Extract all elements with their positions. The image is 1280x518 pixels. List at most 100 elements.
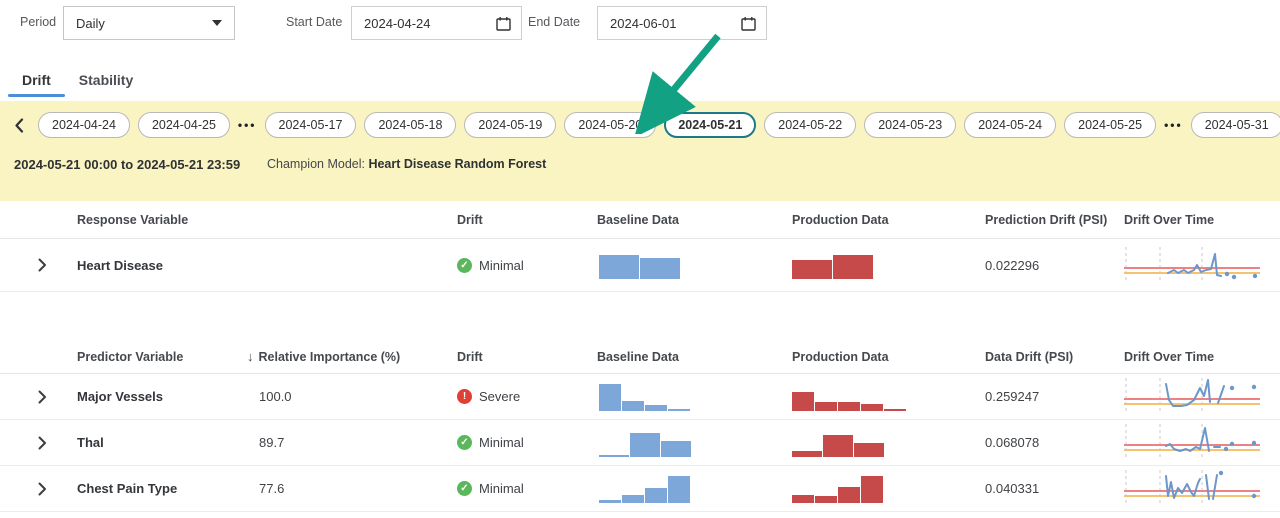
start-date-input[interactable]: 2024-04-24 bbox=[351, 6, 522, 40]
drift-over-time-sparkline bbox=[1124, 467, 1280, 510]
drift-status: ✓ Minimal bbox=[457, 481, 597, 496]
column-header-relative-importance-label: Relative Importance (%) bbox=[259, 350, 401, 364]
selected-range-text: 2024-05-21 00:00 to 2024-05-21 23:59 bbox=[14, 157, 240, 172]
period-dropdown[interactable]: Daily bbox=[63, 6, 235, 40]
table-row: Thal 89.7 ✓ Minimal 0.068078 bbox=[0, 420, 1280, 466]
drift-status-label: Minimal bbox=[479, 258, 524, 273]
date-pill[interactable]: 2024-05-17 bbox=[265, 112, 357, 138]
production-histogram bbox=[792, 383, 985, 411]
tab-bar: Drift Stability bbox=[0, 48, 1280, 101]
expand-row-chevron-icon[interactable] bbox=[38, 390, 47, 404]
table-row: Heart Disease ✓ Minimal 0.022296 bbox=[0, 239, 1280, 292]
drift-status-label: Minimal bbox=[479, 435, 524, 450]
column-header-response-variable: Response Variable bbox=[77, 213, 457, 227]
date-pill[interactable]: 2024-04-24 bbox=[38, 112, 130, 138]
drift-psi-value: 0.040331 bbox=[985, 481, 1124, 496]
predictor-table-rows: Major Vessels 100.0 ! Severe 0.259247 Th… bbox=[0, 374, 1280, 512]
expand-row-chevron-icon[interactable] bbox=[38, 436, 47, 450]
baseline-histogram bbox=[599, 251, 792, 279]
date-pill[interactable]: 2024-05-22 bbox=[764, 112, 856, 138]
column-header-production-data: Production Data bbox=[792, 350, 985, 364]
calendar-icon[interactable] bbox=[741, 16, 756, 31]
variable-name: Major Vessels bbox=[77, 389, 259, 404]
date-pill[interactable]: 2024-05-20 bbox=[564, 112, 656, 138]
champion-model-value: Heart Disease Random Forest bbox=[368, 157, 546, 171]
variable-name: Thal bbox=[77, 435, 259, 450]
sort-descending-icon: ↓ bbox=[247, 349, 254, 364]
expand-row-chevron-icon[interactable] bbox=[38, 482, 47, 496]
drift-status: ✓ Minimal bbox=[457, 258, 597, 273]
column-header-relative-importance[interactable]: ↓ Relative Importance (%) bbox=[247, 349, 445, 364]
baseline-histogram bbox=[599, 475, 792, 503]
start-date-value: 2024-04-24 bbox=[364, 16, 431, 31]
production-histogram bbox=[792, 429, 985, 457]
column-header-production-data: Production Data bbox=[792, 213, 985, 227]
date-strip-ellipsis: ••• bbox=[238, 118, 257, 132]
date-strip: 2024-04-24 2024-04-25 ••• 2024-05-17 2024-05… bbox=[0, 110, 1280, 140]
calendar-icon[interactable] bbox=[496, 16, 511, 31]
date-pill[interactable]: 2024-05-25 bbox=[1064, 112, 1156, 138]
period-label: Period bbox=[20, 15, 56, 29]
response-table-header: Response Variable Drift Baseline Data Pr… bbox=[0, 201, 1280, 239]
date-pill[interactable]: 2024-05-18 bbox=[364, 112, 456, 138]
predictor-table-header: Predictor Variable ↓ Relative Importance… bbox=[0, 340, 1280, 374]
date-pill[interactable]: 2024-05-24 bbox=[964, 112, 1056, 138]
filter-toolbar: Period Daily Start Date 2024-04-24 End D… bbox=[0, 0, 1280, 48]
selected-period-summary: 2024-05-21 00:00 to 2024-05-21 23:59 Cha… bbox=[0, 157, 1280, 177]
date-pill[interactable]: 2024-05-19 bbox=[464, 112, 556, 138]
variable-name: Heart Disease bbox=[77, 258, 457, 273]
champion-model-text: Champion Model: Heart Disease Random For… bbox=[267, 157, 546, 171]
end-date-value: 2024-06-01 bbox=[610, 16, 677, 31]
end-date-label: End Date bbox=[528, 15, 580, 29]
drift-status-label: Minimal bbox=[479, 481, 524, 496]
response-variable-table: Response Variable Drift Baseline Data Pr… bbox=[0, 201, 1280, 292]
table-row: Major Vessels 100.0 ! Severe 0.259247 bbox=[0, 374, 1280, 420]
date-selection-band: 2024-04-24 2024-04-25 ••• 2024-05-17 2024-05… bbox=[0, 101, 1280, 201]
column-header-drift-over-time: Drift Over Time bbox=[1124, 213, 1280, 227]
drift-over-time-sparkline bbox=[1124, 421, 1280, 464]
column-header-drift: Drift bbox=[457, 350, 597, 364]
variable-name: Chest Pain Type bbox=[77, 481, 259, 496]
drift-status-label: Severe bbox=[479, 389, 520, 404]
production-histogram bbox=[792, 475, 985, 503]
predictor-variable-table: Predictor Variable ↓ Relative Importance… bbox=[0, 340, 1280, 512]
drift-status: ✓ Minimal bbox=[457, 435, 597, 450]
date-pill[interactable]: 2024-05-31 bbox=[1191, 112, 1280, 138]
drift-psi-value: 0.259247 bbox=[985, 389, 1124, 404]
column-header-drift: Drift bbox=[457, 213, 597, 227]
date-pill-selected[interactable]: 2024-05-21 bbox=[664, 112, 756, 138]
drift-psi-value: 0.068078 bbox=[985, 435, 1124, 450]
column-header-prediction-drift-psi: Prediction Drift (PSI) bbox=[985, 213, 1124, 227]
start-date-label: Start Date bbox=[286, 15, 342, 29]
chevron-left-icon bbox=[14, 118, 24, 133]
table-row: Chest Pain Type 77.6 ✓ Minimal 0.040331 bbox=[0, 466, 1280, 512]
relative-importance-value: 77.6 bbox=[259, 481, 457, 496]
response-table-rows: Heart Disease ✓ Minimal 0.022296 bbox=[0, 239, 1280, 292]
drift-status-icon: ✓ bbox=[457, 481, 472, 496]
baseline-histogram bbox=[599, 429, 792, 457]
date-strip-ellipsis: ••• bbox=[1164, 118, 1183, 132]
baseline-histogram bbox=[599, 383, 792, 411]
drift-status-icon: ✓ bbox=[457, 435, 472, 450]
expand-row-chevron-icon[interactable] bbox=[38, 258, 47, 272]
tab-drift[interactable]: Drift bbox=[8, 62, 65, 101]
column-header-baseline-data: Baseline Data bbox=[597, 213, 792, 227]
column-header-data-drift-psi: Data Drift (PSI) bbox=[985, 350, 1124, 364]
column-header-drift-over-time: Drift Over Time bbox=[1124, 350, 1280, 364]
date-strip-prev-button[interactable] bbox=[8, 114, 30, 136]
drift-over-time-sparkline bbox=[1124, 375, 1280, 418]
drift-status-icon: ✓ bbox=[457, 258, 472, 273]
production-histogram bbox=[792, 251, 985, 279]
period-selected-value: Daily bbox=[76, 16, 105, 31]
drift-status-icon: ! bbox=[457, 389, 472, 404]
date-pill[interactable]: 2024-05-23 bbox=[864, 112, 956, 138]
drift-over-time-sparkline bbox=[1124, 244, 1280, 287]
date-strip-items: 2024-04-24 2024-04-25 ••• 2024-05-17 2024-05… bbox=[38, 112, 1280, 138]
drift-psi-value: 0.022296 bbox=[985, 258, 1124, 273]
relative-importance-value: 100.0 bbox=[259, 389, 457, 404]
date-pill[interactable]: 2024-04-25 bbox=[138, 112, 230, 138]
caret-down-icon bbox=[212, 20, 222, 26]
column-header-predictor-variable: Predictor Variable bbox=[77, 350, 259, 364]
end-date-input[interactable]: 2024-06-01 bbox=[597, 6, 767, 40]
tab-stability[interactable]: Stability bbox=[65, 62, 147, 101]
